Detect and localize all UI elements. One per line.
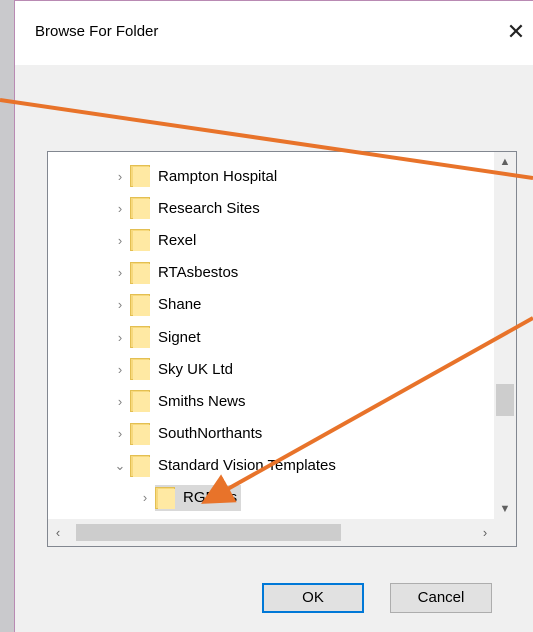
scroll-left-arrow-icon[interactable]: ‹: [48, 519, 68, 546]
collapse-chevron-icon[interactable]: ⌄: [110, 458, 130, 474]
folder-tree[interactable]: › Rampton Hospital › Research Sites › Re…: [47, 151, 517, 547]
tree-item-smiths-news[interactable]: › Smiths News: [48, 385, 494, 417]
tree-item-label: Rexel: [158, 231, 197, 249]
vertical-scroll-thumb[interactable]: [496, 384, 514, 416]
tree-item-label: Shane: [158, 296, 202, 314]
tree-item-shane[interactable]: › Shane: [48, 289, 494, 321]
tree-item-label: RGFiles: [183, 489, 238, 507]
tree-item-rampton-hospital[interactable]: › Rampton Hospital: [48, 160, 494, 192]
dialog-title: Browse For Folder: [35, 23, 159, 40]
tree-item-southnorthants[interactable]: › SouthNorthants: [48, 418, 494, 450]
expand-chevron-icon[interactable]: ›: [110, 362, 130, 377]
expand-chevron-icon[interactable]: ›: [110, 297, 130, 312]
tree-item-label: RTAsbestos: [158, 264, 239, 282]
tree-item-sky-uk-ltd[interactable]: › Sky UK Ltd: [48, 353, 494, 385]
scroll-down-arrow-icon[interactable]: ▼: [494, 499, 516, 519]
tree-item-label: Research Sites: [158, 199, 260, 217]
tree-item-rgfiles[interactable]: › RGFiles: [48, 482, 494, 514]
folder-icon: [130, 197, 150, 220]
folder-icon: [130, 358, 150, 381]
vertical-scrollbar[interactable]: ▲ ▼: [494, 152, 516, 519]
folder-icon: [130, 422, 150, 445]
tree-item-label: Rampton Hospital: [158, 167, 278, 185]
expand-chevron-icon[interactable]: ›: [135, 490, 155, 505]
folder-icon: [155, 486, 175, 509]
tree-item-label: SouthNorthants: [158, 425, 263, 443]
tree-item-signet[interactable]: › Signet: [48, 321, 494, 353]
scrollbar-corner: [494, 519, 516, 546]
expand-chevron-icon[interactable]: ›: [110, 330, 130, 345]
folder-icon: [130, 229, 150, 252]
tree-item-label: Standard Vision Templates: [158, 457, 336, 475]
expand-chevron-icon[interactable]: ›: [110, 394, 130, 409]
expand-chevron-icon[interactable]: ›: [110, 201, 130, 216]
expand-chevron-icon[interactable]: ›: [110, 169, 130, 184]
scroll-right-arrow-icon[interactable]: ›: [475, 519, 495, 546]
expand-chevron-icon[interactable]: ›: [110, 265, 130, 280]
title-bar: Browse For Folder ✕: [15, 1, 533, 65]
folder-icon: [130, 261, 150, 284]
folder-icon: [130, 390, 150, 413]
expand-chevron-icon[interactable]: ›: [110, 233, 130, 248]
tree-item-standard-vision-templates[interactable]: ⌄ Standard Vision Templates: [48, 450, 494, 482]
tree-item-rtasbestos[interactable]: › RTAsbestos: [48, 257, 494, 289]
folder-icon: [130, 165, 150, 188]
tree-item-label: Sky UK Ltd: [158, 360, 234, 378]
folder-tree-rows: › Rampton Hospital › Research Sites › Re…: [48, 160, 494, 514]
folder-icon: [130, 293, 150, 316]
tree-item-label: Signet: [158, 328, 201, 346]
tree-item-rexel[interactable]: › Rexel: [48, 224, 494, 256]
scroll-up-arrow-icon[interactable]: ▲: [494, 152, 516, 172]
close-icon[interactable]: ✕: [501, 15, 531, 49]
tree-item-research-sites[interactable]: › Research Sites: [48, 192, 494, 224]
folder-icon: [130, 454, 150, 477]
horizontal-scroll-thumb[interactable]: [76, 524, 341, 541]
horizontal-scrollbar[interactable]: ‹ ›: [48, 519, 495, 546]
tree-item-label: Smiths News: [158, 392, 246, 410]
folder-icon: [130, 326, 150, 349]
ok-button[interactable]: OK: [262, 583, 364, 613]
expand-chevron-icon[interactable]: ›: [110, 426, 130, 441]
cancel-button[interactable]: Cancel: [390, 583, 492, 613]
